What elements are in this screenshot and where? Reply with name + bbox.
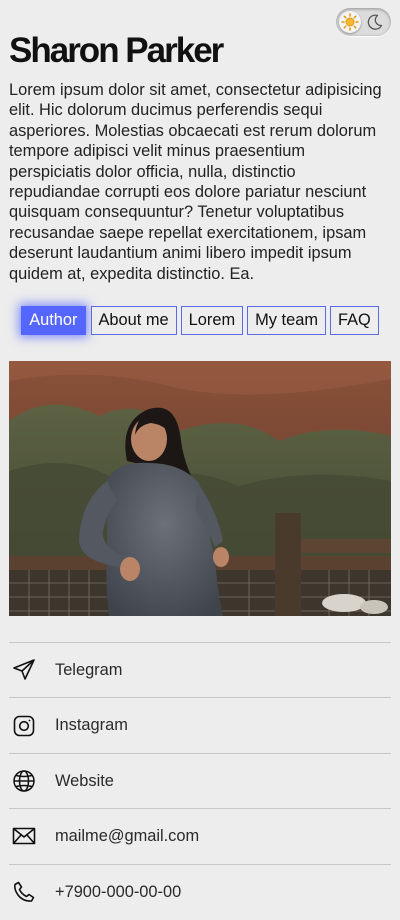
mail-icon (11, 823, 37, 849)
globe-icon (11, 768, 37, 794)
contact-email[interactable]: mailme@gmail.com (9, 809, 391, 865)
phone-icon (11, 879, 37, 905)
moon-icon (367, 14, 383, 30)
tab-author[interactable]: Author (21, 306, 86, 336)
contact-website[interactable]: Website (9, 754, 391, 810)
sun-icon (341, 13, 359, 31)
tab-about-me[interactable]: About me (90, 306, 177, 336)
contact-label: Website (55, 771, 114, 790)
contact-label: Telegram (55, 660, 123, 679)
profile-page: Sharon Parker Lorem ipsum dolor sit amet… (0, 0, 400, 920)
profile-name: Sharon Parker (9, 31, 224, 70)
theme-toggle[interactable] (336, 8, 391, 36)
tab-my-team[interactable]: My team (247, 306, 326, 336)
contact-label: +7900-000-00-00 (55, 882, 182, 901)
telegram-icon (11, 657, 37, 683)
contact-label: mailme@gmail.com (55, 826, 200, 845)
contact-phone[interactable]: +7900-000-00-00 (9, 865, 391, 920)
tab-faq[interactable]: FAQ (329, 306, 379, 336)
contact-list: Telegram Instagram Website mailme@gmail.… (9, 642, 391, 920)
section-tabs: Author About me Lorem My team FAQ (9, 306, 391, 336)
contact-label: Instagram (55, 716, 128, 735)
author-photo (9, 361, 391, 617)
profile-bio: Lorem ipsum dolor sit amet, consectetur … (9, 81, 382, 283)
instagram-icon (11, 713, 37, 739)
contact-telegram[interactable]: Telegram (9, 643, 391, 699)
tab-lorem[interactable]: Lorem (180, 306, 244, 336)
toggle-knob[interactable] (339, 11, 361, 33)
contact-instagram[interactable]: Instagram (9, 698, 391, 754)
